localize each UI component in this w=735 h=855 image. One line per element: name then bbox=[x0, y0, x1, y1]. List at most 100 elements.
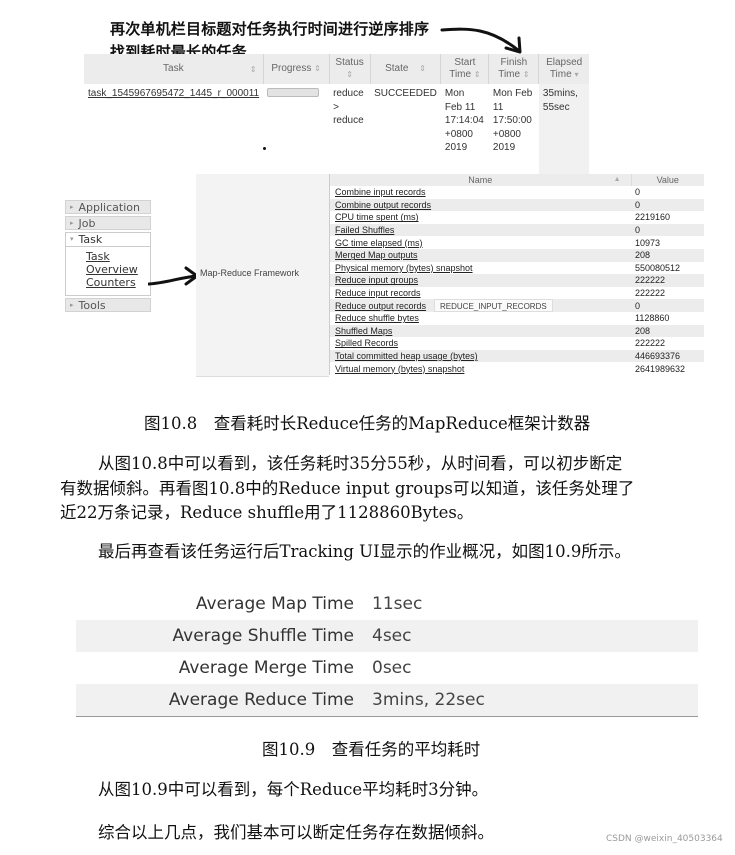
counter-row: Total committed heap usage (bytes) 446693… bbox=[329, 349, 704, 363]
counter-name-link[interactable]: Virtual memory (bytes) snapshot bbox=[335, 364, 464, 374]
average-row: Average Merge Time 0sec bbox=[76, 652, 698, 684]
task-row: task_1545967695472_1445_r_000011 reduce >… bbox=[84, 84, 589, 174]
caret-right-icon: ▸ bbox=[70, 219, 74, 227]
counter-name-link[interactable]: Reduce shuffle bytes bbox=[335, 313, 419, 323]
average-label: Average Shuffle Time bbox=[76, 620, 372, 652]
state-cell: SUCCEEDED bbox=[374, 88, 437, 99]
counter-name-link[interactable]: CPU time spent (ms) bbox=[335, 212, 419, 222]
counter-name-link[interactable]: Reduce output records bbox=[335, 301, 426, 311]
status-cell: reduce > reduce bbox=[333, 88, 364, 126]
task-table: Task ⇕ Progress ⇕ Status ⇕ State ⇕ Start Ti… bbox=[84, 54, 589, 174]
counter-row: Spilled Records 222222 bbox=[330, 337, 705, 350]
average-row: Average Shuffle Time 4sec bbox=[76, 620, 698, 652]
paragraph-4: 综合以上几点，我们基本可以断定任务存在数据倾斜。 bbox=[98, 823, 494, 842]
counter-name-link[interactable]: Failed Shuffles bbox=[335, 225, 394, 235]
counter-row: GC time elapsed (ms) 10973 bbox=[330, 236, 705, 249]
counter-row: Reduce input groups 222222 bbox=[329, 274, 704, 287]
progress-bar bbox=[267, 88, 320, 97]
counter-value: 0 bbox=[631, 299, 704, 312]
figure-caption-10-9: 图10.9 查看任务的平均耗时 bbox=[262, 740, 481, 759]
counter-row: Reduce shuffle bytes 1128860 bbox=[330, 312, 705, 325]
counter-name-link[interactable]: Spilled Records bbox=[335, 338, 398, 348]
nav-job[interactable]: ▸ Job bbox=[65, 216, 151, 230]
nav-application[interactable]: ▸ Application bbox=[65, 200, 151, 214]
column-start-time[interactable]: Start Time ⇕ bbox=[440, 54, 489, 84]
counter-value: 0 bbox=[635, 187, 641, 198]
sort-icon: ⇕ bbox=[473, 70, 481, 79]
column-progress[interactable]: Progress ⇕ bbox=[262, 54, 330, 84]
counter-value: 2641989632 bbox=[635, 363, 686, 374]
average-value: 4sec bbox=[372, 620, 698, 652]
counter-row: Merged Map outputs 208 bbox=[329, 248, 704, 262]
counter-name-link[interactable]: Reduce input groups bbox=[335, 275, 418, 285]
paragraph-2: 最后再查看该任务运行后Tracking UI显示的作业概况，如图10.9所示。 bbox=[98, 542, 631, 561]
sort-icon: ⇕ bbox=[522, 70, 530, 79]
paragraph-1: 从图10.8中可以看到，该任务耗时35分55秒，从时间看，可以初步断定 有数据倾… bbox=[60, 454, 635, 522]
nav-task-section: ▾ Task Task Overview Counters bbox=[65, 232, 151, 296]
counter-row: Failed Shuffles 0 bbox=[329, 223, 704, 237]
counter-name-link[interactable]: Combine input records bbox=[335, 187, 426, 197]
average-label: Average Reduce Time bbox=[76, 684, 372, 717]
counter-name-link[interactable]: Merged Map outputs bbox=[335, 250, 418, 260]
task-table-header: Task ⇕ Progress ⇕ Status ⇕ State ⇕ Start Ti… bbox=[84, 54, 589, 84]
tooltip: REDUCE_INPUT_RECORDS bbox=[434, 299, 553, 312]
nav-link-overview[interactable]: Overview bbox=[86, 263, 150, 276]
nav-tools[interactable]: ▸ Tools bbox=[65, 298, 151, 312]
column-state[interactable]: State ⇕ bbox=[369, 54, 441, 84]
counter-value: 222222 bbox=[635, 338, 666, 349]
counter-name-link[interactable]: GC time elapsed (ms) bbox=[335, 238, 423, 248]
counter-value: 222222 bbox=[631, 274, 704, 287]
counter-value: 208 bbox=[631, 248, 704, 262]
counter-row: Physical memory (bytes) snapshot 55008051… bbox=[330, 262, 705, 275]
left-nav: ▸ Application ▸ Job ▾ Task Task Overview Co… bbox=[65, 200, 151, 314]
column-task[interactable]: Task ⇕ bbox=[84, 54, 264, 84]
elapsed-time-cell: 35mins, 55sec bbox=[538, 84, 589, 174]
counter-value: 10973 bbox=[635, 237, 661, 248]
task-link[interactable]: task_1545967695472_1445_r_000011 bbox=[88, 88, 259, 99]
nav-link-counters[interactable]: Counters bbox=[86, 276, 150, 289]
caret-right-icon: ▸ bbox=[70, 203, 74, 211]
counter-row: Reduce input records 222222 bbox=[330, 287, 705, 300]
counter-value: 0 bbox=[631, 223, 704, 237]
counter-name-link[interactable]: Physical memory (bytes) snapshot bbox=[335, 263, 473, 273]
caret-right-icon: ▸ bbox=[70, 301, 74, 309]
header-start-label: Start Time bbox=[449, 57, 476, 80]
column-value[interactable]: Value bbox=[630, 174, 704, 186]
finish-time-cell: Mon Feb 11 17:50:00 +0800 2019 bbox=[492, 88, 533, 153]
counter-value: 208 bbox=[631, 324, 704, 338]
counter-row: CPU time spent (ms) 2219160 bbox=[330, 211, 705, 224]
annotation-arrow-icon bbox=[148, 266, 199, 286]
annotation-arrow-icon bbox=[440, 27, 522, 54]
nav-task[interactable]: ▾ Task bbox=[66, 233, 150, 247]
counter-name-link[interactable]: Combine output records bbox=[335, 200, 431, 210]
sort-icon: ⇕ bbox=[419, 64, 426, 73]
cursor-dot bbox=[263, 147, 266, 150]
counter-value: 1128860 bbox=[635, 313, 670, 324]
start-time-cell: Mon Feb 11 17:14:04 +0800 2019 bbox=[444, 88, 484, 153]
counter-name-link[interactable]: Shuffled Maps bbox=[335, 326, 392, 336]
counter-value: 446693376 bbox=[631, 349, 704, 363]
figure-caption-10-8: 图10.8 查看耗时长Reduce任务的MapReduce框架计数器 bbox=[144, 414, 591, 433]
counter-name-link[interactable]: Total committed heap usage (bytes) bbox=[335, 351, 478, 361]
counter-value: 550080512 bbox=[635, 262, 681, 273]
column-name[interactable]: Name ▲ bbox=[329, 174, 631, 186]
counter-row: Combine input records 0 bbox=[330, 186, 705, 199]
paragraph-3: 从图10.9中可以看到，每个Reduce平均耗时3分钟。 bbox=[98, 780, 489, 799]
counter-row: Shuffled Maps 208 bbox=[329, 324, 704, 338]
column-status[interactable]: Status ⇕ bbox=[328, 54, 371, 84]
caret-down-icon: ▾ bbox=[70, 235, 74, 243]
counter-row: Combine output records 0 bbox=[329, 198, 704, 212]
counter-value: 2219160 bbox=[635, 212, 671, 223]
column-finish-time[interactable]: Finish Time ⇕ bbox=[488, 54, 539, 84]
sort-desc-icon: ▾ bbox=[574, 70, 579, 79]
average-label: Average Merge Time bbox=[178, 658, 354, 678]
average-row: Average Reduce Time 3mins, 22sec bbox=[76, 684, 698, 717]
counter-name-link[interactable]: Reduce input records bbox=[335, 288, 421, 298]
counter-value: 222222 bbox=[635, 288, 666, 299]
nav-link-task[interactable]: Task bbox=[86, 250, 150, 263]
counter-group-label: Map-Reduce Framework bbox=[200, 268, 300, 278]
annotation-line-1: 再次单机栏目标题对任务执行时间进行逆序排序 bbox=[110, 20, 430, 38]
counter-table: Name ▲ Value Combine input records 0 Combin… bbox=[329, 174, 704, 375]
average-row: Average Map Time 11sec bbox=[76, 588, 698, 620]
column-elapsed-time[interactable]: Elapsed Time ▾ bbox=[538, 54, 589, 84]
